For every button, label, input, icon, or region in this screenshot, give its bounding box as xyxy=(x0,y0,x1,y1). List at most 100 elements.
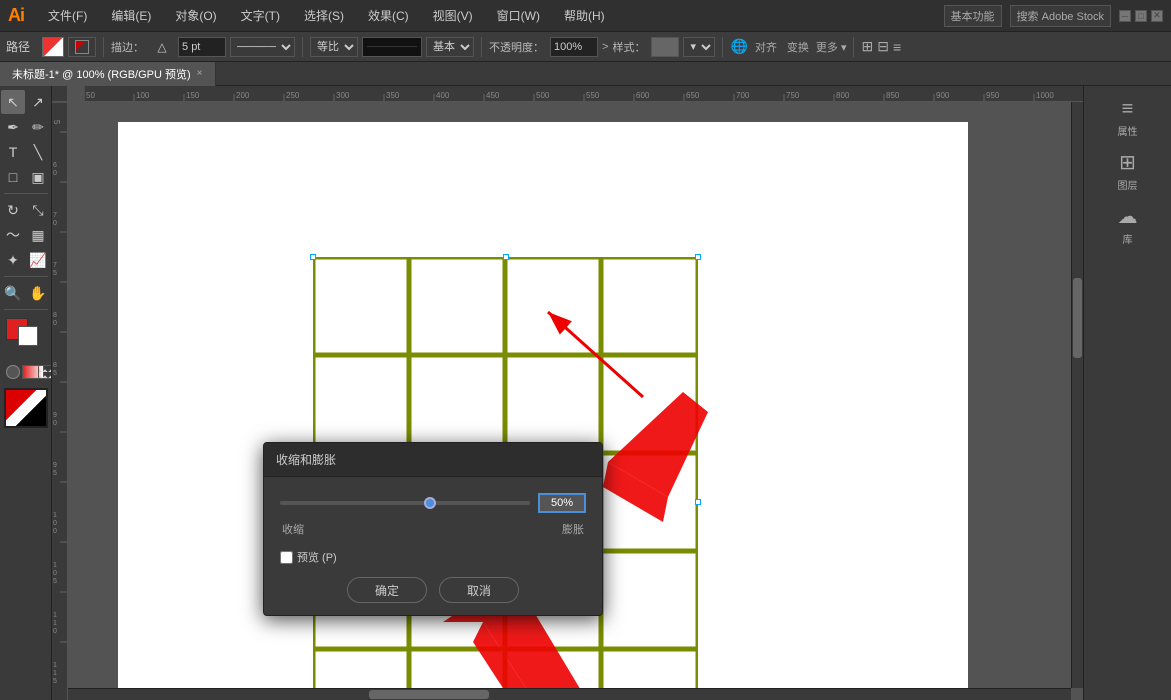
main-area: ↖ ↗ ✒ ✏ T ╲ □ ▣ ↻ ⤡ 〜 ▦ ✦ 📈 🔍 xyxy=(0,86,1171,700)
menu2-icon[interactable]: ≡ xyxy=(893,39,901,55)
scrollbar-thumb-v[interactable] xyxy=(1073,278,1082,358)
fill-swatch[interactable] xyxy=(42,37,64,57)
slider-row xyxy=(280,493,586,513)
tool-warp[interactable]: 〜 xyxy=(1,223,25,247)
svg-text:8: 8 xyxy=(53,362,57,369)
document-tab[interactable]: 未标题-1* @ 100% (RGB/GPU 预览) × xyxy=(0,62,216,86)
menu-help[interactable]: 帮助(H) xyxy=(560,5,609,26)
tool-direct-select[interactable]: ↗ xyxy=(26,90,50,114)
dialog-body: 收缩 膨胀 预览 (P) 确定 取消 xyxy=(264,477,602,615)
tool-eyedropper[interactable]: ✦ xyxy=(1,248,25,272)
panel-library[interactable]: ☁ 库 xyxy=(1114,200,1142,250)
svg-text:100: 100 xyxy=(136,91,150,100)
svg-text:0: 0 xyxy=(53,220,57,227)
stock-search[interactable]: 搜索 Adobe Stock xyxy=(1010,5,1111,27)
stroke-value[interactable] xyxy=(178,37,226,57)
tool-paint[interactable]: ▣ xyxy=(26,165,50,189)
more-label[interactable]: 更多 ▾ xyxy=(816,39,847,55)
scrollbar-thumb-h[interactable] xyxy=(369,690,489,699)
menu-effect[interactable]: 效果(C) xyxy=(364,5,413,26)
align-label[interactable]: 对齐 xyxy=(755,39,777,55)
cancel-button[interactable]: 取消 xyxy=(439,577,519,603)
close-button[interactable]: ✕ xyxy=(1151,10,1163,22)
menu-view[interactable]: 视图(V) xyxy=(429,5,477,26)
scrollbar-vertical[interactable] xyxy=(1071,102,1083,688)
svg-text:1: 1 xyxy=(53,670,57,677)
right-panel: ≡ 属性 ⊞ 图层 ☁ 库 xyxy=(1083,86,1171,700)
tool-line[interactable]: ╲ xyxy=(26,140,50,164)
canvas-area: 50 100 150 200 250 300 350 400 4 xyxy=(52,86,1083,700)
shrink-label: 收缩 xyxy=(282,521,304,537)
ruler-v-svg: 5 6 0 7 0 7 5 8 0 8 5 9 xyxy=(52,102,68,700)
menu-edit[interactable]: 编辑(E) xyxy=(107,5,155,26)
menu-select[interactable]: 选择(S) xyxy=(300,5,348,26)
stroke-type[interactable]: ───── xyxy=(230,37,295,57)
basic-select[interactable]: 基本 xyxy=(426,37,474,57)
menu-text[interactable]: 文字(T) xyxy=(237,5,284,26)
svg-text:5: 5 xyxy=(53,270,57,277)
style-selector[interactable]: ▾ xyxy=(683,37,715,57)
globe-icon[interactable]: 🌐 xyxy=(730,38,747,55)
ok-button[interactable]: 确定 xyxy=(347,577,427,603)
tool-zoom[interactable]: 🔍 xyxy=(1,281,25,305)
svg-text:200: 200 xyxy=(236,91,250,100)
tool-rect[interactable]: □ xyxy=(1,165,25,189)
tool-select[interactable]: ↖ xyxy=(1,90,25,114)
transform-label[interactable]: 变换 xyxy=(787,39,809,55)
tool-add-anchor[interactable]: ✏ xyxy=(26,115,50,139)
handle-mr[interactable] xyxy=(695,499,701,505)
tool-hand[interactable]: ✋ xyxy=(26,281,50,305)
slider-thumb[interactable] xyxy=(424,497,436,509)
tool-scale[interactable]: ⤡ xyxy=(26,198,50,222)
preview-checkbox[interactable] xyxy=(280,551,293,564)
background-color[interactable] xyxy=(18,326,38,346)
svg-text:150: 150 xyxy=(186,91,200,100)
opacity-label: 不透明度： xyxy=(489,39,544,55)
handle-tl[interactable] xyxy=(310,254,316,260)
tool-rotate[interactable]: ↻ xyxy=(1,198,25,222)
slider-value-input[interactable] xyxy=(538,493,586,513)
maximize-button[interactable]: □ xyxy=(1135,10,1147,22)
handle-tr[interactable] xyxy=(695,254,701,260)
canvas-drawing-area[interactable]: 收缩和膨胀 收缩 膨胀 xyxy=(68,102,1083,700)
workspace-selector[interactable]: 基本功能 xyxy=(944,5,1002,27)
svg-text:1: 1 xyxy=(53,662,57,669)
minimize-button[interactable]: ─ xyxy=(1119,10,1131,22)
svg-text:8: 8 xyxy=(53,312,57,319)
tool-text[interactable]: T xyxy=(1,140,25,164)
scrollbar-horizontal[interactable] xyxy=(68,688,1071,700)
tool-graph[interactable]: ▦ xyxy=(26,223,50,247)
swap-colors-btn[interactable] xyxy=(4,388,48,428)
svg-text:750: 750 xyxy=(786,91,800,100)
align2-icon[interactable]: ⊟ xyxy=(877,38,889,55)
toolbar-divider-1 xyxy=(103,37,104,57)
slider-control[interactable] xyxy=(280,501,530,505)
fill-type-selector[interactable] xyxy=(68,37,96,57)
none-swatch[interactable] xyxy=(38,365,52,379)
color-mode-row xyxy=(4,361,48,383)
equal-select[interactable]: 等比 xyxy=(310,37,358,57)
tool-chart[interactable]: 📈 xyxy=(26,248,50,272)
layers-label: 图层 xyxy=(1118,177,1138,192)
menu-window[interactable]: 窗口(W) xyxy=(493,5,544,26)
stroke-label: 描边： xyxy=(111,39,144,55)
stroke-preview xyxy=(362,37,422,57)
tab-title: 未标题-1* @ 100% (RGB/GPU 预览) xyxy=(12,66,191,82)
color-tools xyxy=(4,318,48,358)
tool-pen[interactable]: ✒ xyxy=(1,115,25,139)
tab-close-btn[interactable]: × xyxy=(197,68,203,79)
preview-label[interactable]: 预览 (P) xyxy=(297,549,337,565)
opacity-more[interactable]: > xyxy=(602,41,608,53)
menu-file[interactable]: 文件(F) xyxy=(44,5,91,26)
handle-tm[interactable] xyxy=(503,254,509,260)
tool-row-4: □ ▣ xyxy=(1,165,50,189)
panel-properties[interactable]: ≡ 属性 xyxy=(1114,94,1142,142)
panel-layers[interactable]: ⊞ 图层 xyxy=(1114,146,1142,196)
arrange-icon[interactable]: ⊞ xyxy=(861,38,873,55)
style-swatch[interactable] xyxy=(651,37,679,57)
menu-object[interactable]: 对象(O) xyxy=(171,5,220,26)
opacity-value[interactable] xyxy=(550,37,598,57)
expand-label: 膨胀 xyxy=(562,521,584,537)
svg-text:6: 6 xyxy=(53,162,57,169)
color-mode-btn[interactable] xyxy=(6,365,20,379)
